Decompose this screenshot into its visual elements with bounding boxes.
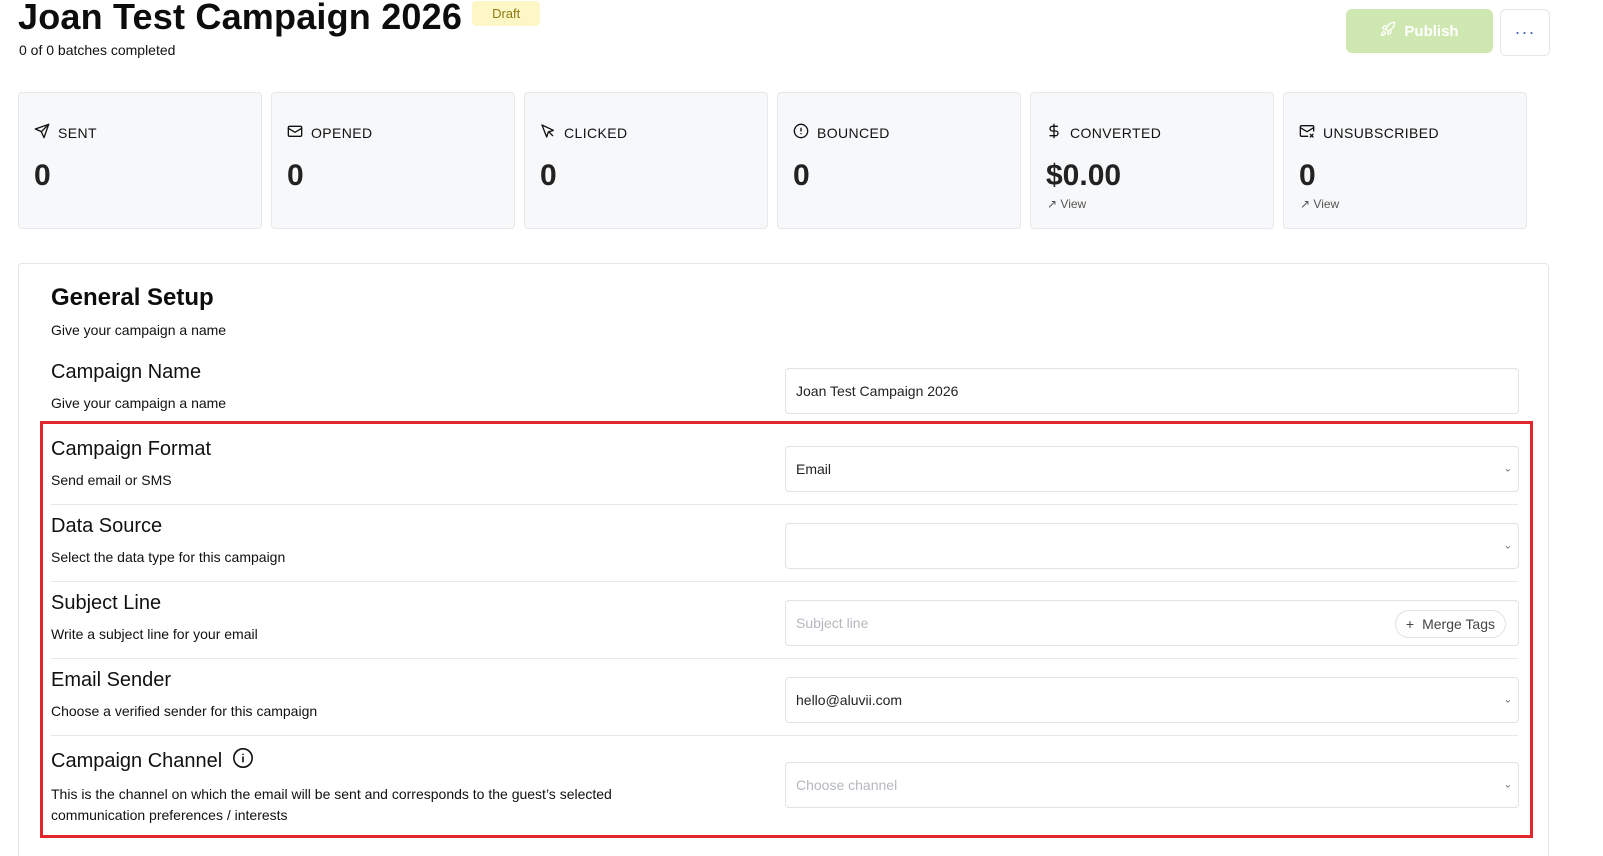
stat-card-unsubscribed: UNSUBSCRIBED 0 ↗ View [1283,92,1527,229]
arrow-up-right-icon: ↗ [1047,197,1058,211]
send-icon [34,123,50,142]
stat-card-sent: SENT 0 [18,92,262,229]
stat-label: CONVERTED [1070,124,1162,141]
more-options-button[interactable]: ··· [1500,9,1550,56]
stat-label: CLICKED [564,124,628,141]
stat-value: 0 [287,159,304,192]
cursor-icon [540,123,556,142]
more-dots-icon: ··· [1514,22,1536,42]
stats-row: SENT 0 OPENED 0 CLICKED 0 BOUNCED 0 CONV… [18,92,1527,229]
stat-card-opened: OPENED 0 [271,92,515,229]
view-converted-link[interactable]: ↗ View [1047,197,1086,211]
publish-label: Publish [1404,22,1459,40]
arrow-up-right-icon: ↗ [1300,197,1311,211]
view-link-label: View [1060,197,1087,211]
alert-circle-icon [793,123,809,142]
stat-card-converted: CONVERTED $0.00 ↗ View [1030,92,1274,229]
batch-progress-text: 0 of 0 batches completed [19,42,176,58]
campaign-name-value: Joan Test Campaign 2026 [796,383,959,399]
rocket-icon [1380,21,1396,41]
stat-value: 0 [1299,159,1316,192]
stat-value: 0 [793,159,810,192]
title-row: Joan Test Campaign 2026 Draft [18,0,541,38]
mail-x-icon [1299,123,1315,142]
campaign-name-input[interactable]: Joan Test Campaign 2026 [785,368,1519,414]
status-badge: Draft [472,0,541,26]
section-title: General Setup [51,284,214,311]
stat-value: 0 [34,159,51,192]
mail-open-icon [287,123,303,142]
stat-card-bounced: BOUNCED 0 [777,92,1021,229]
stat-value: $0.00 [1046,159,1122,192]
stat-label: BOUNCED [817,124,890,141]
stat-label: OPENED [311,124,373,141]
stat-value: 0 [540,159,557,192]
highlight-box [40,421,1533,838]
dollar-icon [1046,123,1062,142]
section-description: Give your campaign a name [51,322,227,338]
page-title: Joan Test Campaign 2026 [18,0,463,37]
stat-label: SENT [58,124,97,141]
stat-card-clicked: CLICKED 0 [524,92,768,229]
stat-label: UNSUBSCRIBED [1323,124,1440,141]
view-unsubscribed-link[interactable]: ↗ View [1300,197,1339,211]
view-link-label: View [1313,197,1340,211]
publish-button[interactable]: Publish [1346,9,1493,53]
